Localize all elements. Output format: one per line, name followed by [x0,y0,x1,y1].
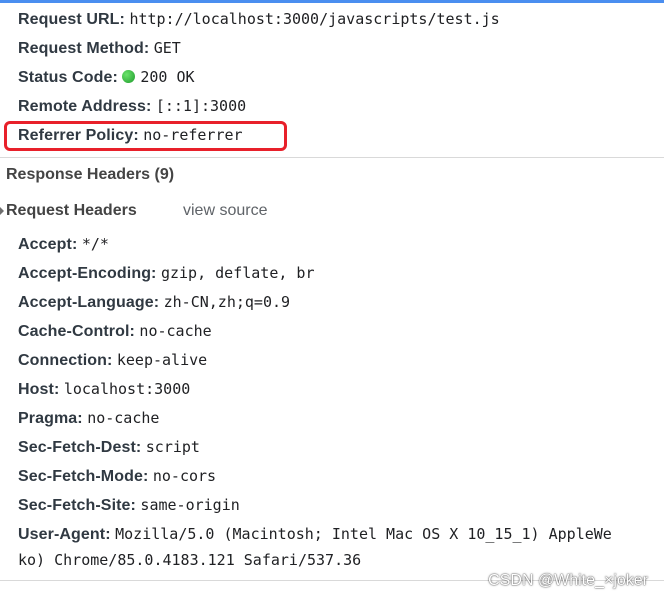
header-row-accept-language: Accept-Language: zh-CN,zh;q=0.9 [18,290,290,314]
referrer-policy-highlight [4,121,287,151]
header-row-sec-fetch-dest: Sec-Fetch-Dest: script [18,435,200,459]
csdn-watermark: CSDN @White_×joker [488,572,648,589]
view-source-link[interactable]: view source [183,199,267,223]
header-key: Host: [18,381,60,398]
header-row-cache-control: Cache-Control: no-cache [18,319,212,343]
header-key: Accept-Encoding: [18,265,157,282]
header-key: Connection: [18,352,113,369]
general-row-status-code: Status Code: 200 OK [18,65,195,89]
request-method-value: GET [153,39,181,57]
header-value: zh-CN,zh;q=0.9 [163,293,291,311]
header-row-accept-encoding: Accept-Encoding: gzip, deflate, br [18,261,314,285]
header-row-user-agent: User-Agent: Mozilla/5.0 (Macintosh; Inte… [18,522,664,546]
request-method-key: Request Method: [18,40,150,57]
general-row-request-method: Request Method: GET [18,36,181,60]
header-value: no-cache [139,322,212,340]
request-url-value: http://localhost:3000/javascripts/test.j… [129,10,500,28]
header-key: Pragma: [18,410,83,427]
header-row-host: Host: localhost:3000 [18,377,190,401]
general-row-request-url: Request URL: http://localhost:3000/javas… [18,7,500,31]
header-key: Accept: [18,236,78,253]
status-code-key: Status Code: [18,69,118,86]
user-agent-continuation: ko) Chrome/85.0.4183.121 Safari/537.36 [18,548,361,572]
header-value: keep-alive [116,351,208,369]
header-row-connection: Connection: keep-alive [18,348,207,372]
header-row-accept: Accept: */* [18,232,109,256]
remote-address-value: [::1]:3000 [155,97,247,115]
header-value: localhost:3000 [63,380,191,398]
headers-panel: Request URL: http://localhost:3000/javas… [0,0,664,602]
status-ok-dot-icon [122,70,136,83]
header-value: */* [81,235,109,253]
section-divider [0,157,664,158]
response-headers-toggle[interactable]: Response Headers (9) [6,163,174,187]
header-key: Sec-Fetch-Site: [18,497,136,514]
header-key: Cache-Control: [18,323,135,340]
header-row-sec-fetch-mode: Sec-Fetch-Mode: no-cors [18,464,216,488]
header-value: script [145,438,200,456]
header-key: User-Agent: [18,526,111,543]
header-value: gzip, deflate, br [160,264,315,282]
request-headers-toggle[interactable]: Request Headers [6,199,137,223]
header-value: no-cache [87,409,160,427]
header-key: Sec-Fetch-Dest: [18,439,142,456]
status-code-value: 200 OK [140,68,195,86]
expand-arrow-icon[interactable] [0,207,4,215]
header-key: Accept-Language: [18,294,160,311]
header-key: Sec-Fetch-Mode: [18,468,149,485]
header-row-pragma: Pragma: no-cache [18,406,159,430]
header-value: same-origin [140,496,240,514]
header-value: no-cors [152,467,217,485]
header-value: Mozilla/5.0 (Macintosh; Intel Mac OS X 1… [115,525,612,543]
general-row-remote-address: Remote Address: [::1]:3000 [18,94,246,118]
user-agent-continuation-value: ko) Chrome/85.0.4183.121 Safari/537.36 [18,551,362,569]
header-row-sec-fetch-site: Sec-Fetch-Site: same-origin [18,493,240,517]
remote-address-key: Remote Address: [18,98,152,115]
request-url-key: Request URL: [18,11,125,28]
